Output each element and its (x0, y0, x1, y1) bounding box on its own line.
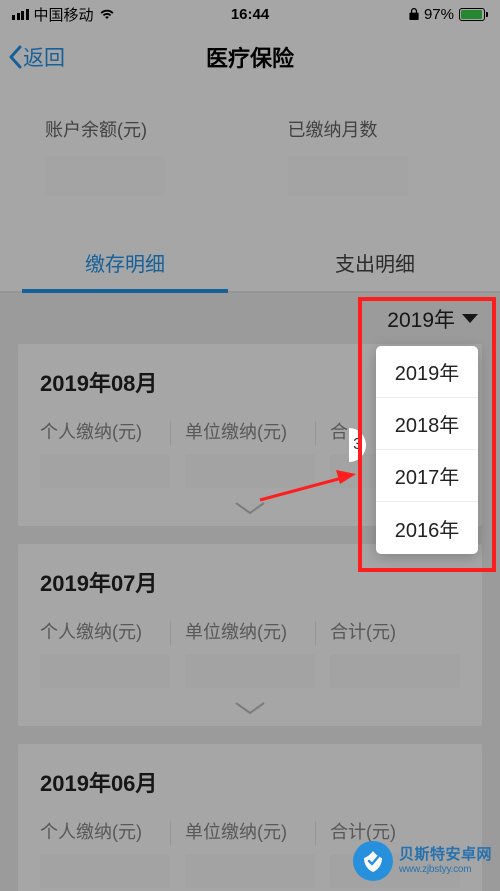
back-label: 返回 (23, 42, 65, 72)
balance-value (45, 156, 165, 196)
unit-value (185, 454, 315, 488)
unit-label: 单位缴纳(元) (185, 418, 315, 444)
signal-icon (12, 9, 29, 20)
year-option[interactable]: 2018年 (376, 398, 478, 450)
chevron-left-icon (8, 45, 22, 69)
unit-value (185, 854, 315, 888)
tab-expense[interactable]: 支出明细 (250, 234, 500, 291)
unit-label: 单位缴纳(元) (185, 618, 315, 644)
year-dropdown: 2019年 2018年 2017年 2016年 (376, 346, 478, 554)
personal-label: 个人缴纳(元) (40, 418, 170, 444)
wifi-icon (99, 8, 115, 20)
total-value (330, 654, 460, 688)
caret-down-icon (462, 314, 478, 323)
tab-deposit[interactable]: 缴存明细 (0, 234, 250, 291)
nav-bar: 返回 医疗保险 (0, 28, 500, 86)
personal-label: 个人缴纳(元) (40, 618, 170, 644)
tabs: 缴存明细 支出明细 (0, 234, 500, 293)
battery-percent: 97% (424, 6, 454, 23)
total-label: 合计(元) (330, 618, 460, 644)
carrier-label: 中国移动 (34, 4, 94, 25)
watermark: 贝斯特安卓网 www.zjbstyy.com (353, 841, 492, 881)
back-button[interactable]: 返回 (0, 42, 65, 72)
year-option[interactable]: 2016年 (376, 502, 478, 554)
page-title: 医疗保险 (206, 41, 294, 73)
personal-value (40, 454, 170, 488)
battery-icon (459, 8, 488, 21)
year-option[interactable]: 2019年 (376, 346, 478, 398)
status-bar: 中国移动 16:44 97% (0, 0, 500, 28)
expand-toggle[interactable] (40, 688, 460, 716)
unit-value (185, 654, 315, 688)
year-option[interactable]: 2017年 (376, 450, 478, 502)
personal-value (40, 854, 170, 888)
personal-value (40, 654, 170, 688)
year-selector[interactable]: 2019年 (387, 304, 478, 334)
watermark-url: www.zjbstyy.com (399, 864, 492, 875)
chevron-down-icon (232, 700, 268, 716)
personal-label: 个人缴纳(元) (40, 818, 170, 844)
summary-panel: 账户余额(元) 已缴纳月数 (0, 86, 500, 234)
watermark-title: 贝斯特安卓网 (399, 847, 492, 864)
chevron-down-icon (232, 500, 268, 516)
watermark-logo-icon (353, 841, 393, 881)
year-current: 2019年 (387, 304, 455, 334)
record-month: 2019年06月 (40, 766, 460, 798)
months-value (288, 156, 408, 196)
months-label: 已缴纳月数 (288, 116, 500, 142)
unit-label: 单位缴纳(元) (185, 818, 315, 844)
record-card: 2019年07月 个人缴纳(元) 单位缴纳(元) 合计(元) (18, 544, 482, 726)
lock-icon (409, 8, 419, 20)
record-month: 2019年07月 (40, 566, 460, 598)
balance-label: 账户余额(元) (45, 116, 258, 142)
status-time: 16:44 (231, 6, 269, 23)
